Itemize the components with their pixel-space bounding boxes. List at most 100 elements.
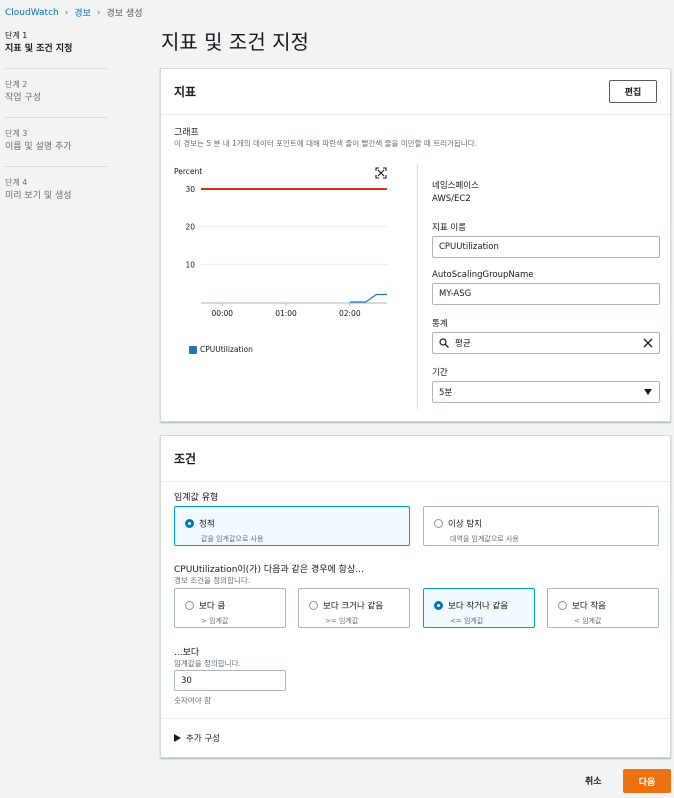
step-number: 단계 2 [5, 80, 28, 89]
tile-label: 보다 작거나 같음 [448, 601, 509, 612]
than-header: ...보다 임계값을 정의합니다. [174, 645, 241, 669]
edit-button[interactable]: 편집 [609, 80, 657, 103]
search-icon [439, 338, 449, 348]
metric-panel-header: 지표 편집 [161, 69, 670, 115]
chart-svg: Percent 30 20 10 00:00 01:00 02:00 [174, 167, 387, 318]
wizard-steps: 단계 1 지표 및 조건 지정 단계 2 작업 구성 단계 3 이름 및 설명 … [5, 30, 107, 225]
x-tick-label: 02:00 [339, 309, 361, 318]
metric-panel: 지표 편집 그래프 이 경보는 5 분 내 1개의 데이터 포인트에 대해 파란… [160, 68, 671, 422]
threshold-hint: 숫자여야 함 [174, 696, 211, 705]
statistic-select[interactable]: 평균 [432, 332, 660, 354]
y-tick-label: 20 [185, 223, 195, 232]
additional-config-toggle[interactable]: 추가 구성 [174, 732, 220, 744]
series-line-cpuutilization [349, 293, 387, 303]
legend-label: CPUUtilization [200, 345, 253, 354]
step-number: 단계 4 [5, 178, 28, 187]
cancel-button[interactable]: 취소 [585, 774, 602, 787]
whenever-desc: 경보 조건을 정의합니다. [174, 576, 251, 585]
step-2[interactable]: 단계 2 작업 구성 [5, 79, 107, 118]
period-select[interactable]: 5분 [432, 381, 660, 403]
legend-swatch [189, 346, 197, 354]
tile-desc: >= 임계값 [325, 617, 359, 625]
metric-name-input[interactable]: CPUUtilization [432, 236, 660, 258]
divider [161, 718, 670, 719]
graph-label: 그래프 [174, 128, 199, 138]
statistic-field: 통계 평균 [432, 317, 660, 354]
step-title: 이름 및 설명 추가 [5, 142, 72, 152]
asg-label: AutoScalingGroupName [432, 270, 534, 280]
caret-right-icon [174, 734, 181, 742]
period-value: 5분 [439, 388, 453, 398]
metric-fields: 네임스페이스 AWS/EC2 지표 이름 CPUUtilization Auto… [417, 165, 660, 409]
next-button[interactable]: 다음 [623, 769, 671, 793]
y-tick-label: 10 [185, 260, 195, 269]
step-number: 단계 3 [5, 129, 28, 138]
page-title: 지표 및 조건 지정 [161, 30, 309, 54]
metric-name-field: 지표 이름 CPUUtilization [432, 221, 660, 258]
tile-label: 보다 큼 [199, 601, 226, 612]
condition-greater[interactable]: 보다 큼 > 임계값 [174, 588, 286, 628]
tile-label: 이상 탐지 [448, 519, 482, 530]
step-title: 미리 보기 및 생성 [5, 191, 72, 201]
chevron-right-icon: › [96, 7, 101, 18]
graph-description: 이 경보는 5 분 내 1개의 데이터 포인트에 대해 파란색 줄이 빨간색 줄… [174, 139, 477, 148]
tile-desc: < 임계값 [574, 617, 602, 625]
step-4[interactable]: 단계 4 미리 보기 및 생성 [5, 177, 107, 215]
than-desc: 임계값을 정의합니다. [174, 659, 241, 668]
metric-name-label: 지표 이름 [432, 223, 466, 233]
step-number: 단계 1 [5, 31, 28, 40]
chevron-right-icon: › [64, 7, 69, 18]
statistic-value: 평균 [455, 339, 471, 349]
threshold-type-label: 임계값 유형 [174, 493, 219, 503]
x-tick-label: 00:00 [211, 309, 233, 318]
tile-label: 보다 크거나 같음 [323, 601, 384, 612]
metric-chart: Percent 30 20 10 00:00 01:00 02:00 CPUUtiliz… [161, 159, 411, 359]
period-label: 기간 [432, 368, 448, 378]
radio-unselected [434, 519, 443, 528]
step-title: 작업 구성 [5, 93, 41, 103]
clear-icon[interactable] [643, 338, 653, 348]
y-tick-label: 30 [185, 185, 195, 194]
conditions-panel: 조건 임계값 유형 정적 값을 임계값으로 사용 이상 탐지 대역을 임계값으로… [160, 435, 671, 758]
condition-greater-equal[interactable]: 보다 크거나 같음 >= 임계값 [298, 588, 410, 628]
tile-desc: 대역을 임계값으로 사용 [450, 535, 519, 543]
conditions-panel-header: 조건 [161, 436, 670, 482]
namespace-label: 네임스페이스 [432, 181, 479, 191]
caret-down-icon [644, 389, 652, 395]
expand-icon[interactable] [375, 167, 387, 179]
breadcrumb: CloudWatch › 경보 › 경보 생성 [5, 6, 143, 20]
step-title: 지표 및 조건 지정 [5, 44, 73, 54]
breadcrumb-cloudwatch[interactable]: CloudWatch [5, 8, 59, 18]
period-field: 기간 5분 [432, 366, 660, 403]
condition-lower[interactable]: 보다 작음 < 임계값 [547, 588, 659, 628]
threshold-type-static[interactable]: 정적 값을 임계값으로 사용 [174, 506, 410, 546]
radio-unselected [185, 601, 194, 610]
x-tick-label: 01:00 [275, 309, 297, 318]
threshold-value-input[interactable]: 30 [174, 670, 286, 691]
whenever-header: CPUUtilization이(가) 다음과 같은 경우에 항상... 경보 조… [174, 562, 364, 586]
asg-field: AutoScalingGroupName MY-ASG [432, 270, 660, 305]
step-3[interactable]: 단계 3 이름 및 설명 추가 [5, 128, 107, 167]
asg-input[interactable]: MY-ASG [432, 283, 660, 305]
condition-lower-equal[interactable]: 보다 작거나 같음 <= 임계값 [423, 588, 535, 628]
graph-header: 그래프 이 경보는 5 분 내 1개의 데이터 포인트에 대해 파란색 줄이 빨… [174, 125, 477, 149]
conditions-panel-title: 조건 [174, 452, 197, 466]
step-1: 단계 1 지표 및 조건 지정 [5, 30, 107, 69]
radio-unselected [558, 601, 567, 610]
threshold-type-anomaly[interactable]: 이상 탐지 대역을 임계값으로 사용 [423, 506, 659, 546]
metric-panel-title: 지표 [174, 85, 197, 99]
additional-config-label: 추가 구성 [186, 734, 220, 744]
than-label: ...보다 [174, 648, 200, 658]
namespace-field: 네임스페이스 AWS/EC2 [432, 179, 660, 204]
tile-desc: > 임계값 [201, 617, 229, 625]
namespace-value: AWS/EC2 [432, 194, 471, 204]
statistic-label: 통계 [432, 319, 448, 329]
tile-desc: 값을 임계값으로 사용 [201, 535, 264, 543]
tile-desc: <= 임계값 [450, 617, 484, 625]
radio-selected [185, 519, 194, 528]
radio-selected [434, 601, 443, 610]
tile-label: 보다 작음 [572, 601, 606, 612]
chart-legend: CPUUtilization [189, 345, 253, 354]
y-axis-label: Percent [174, 167, 202, 176]
breadcrumb-alarms[interactable]: 경보 [74, 6, 91, 19]
